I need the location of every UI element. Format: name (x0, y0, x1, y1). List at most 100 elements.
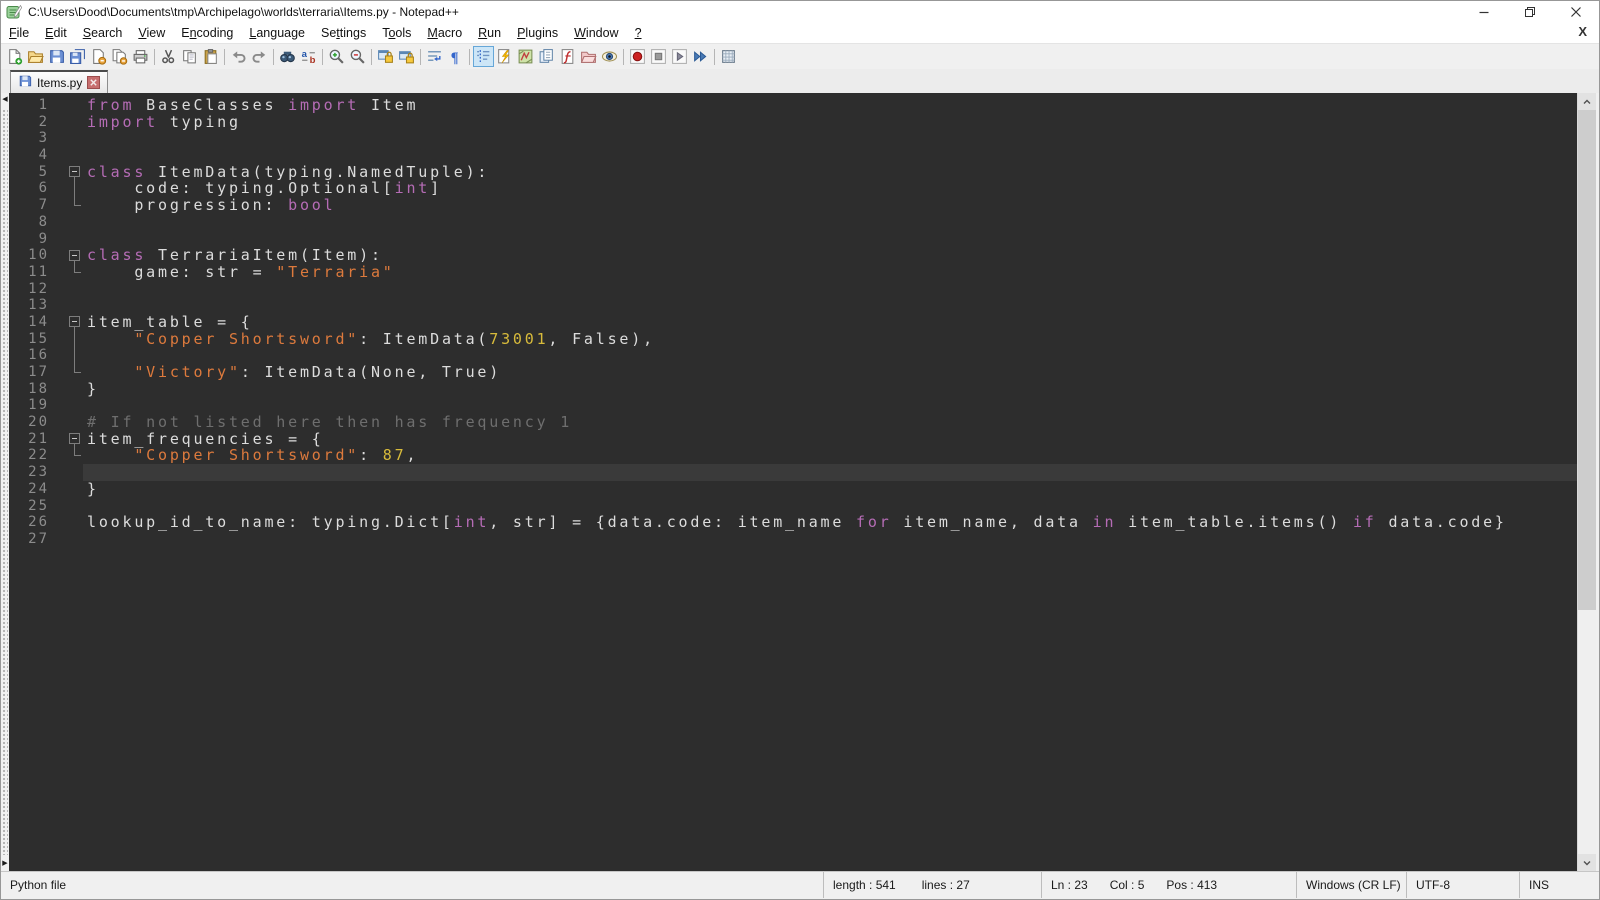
bookmark-margin[interactable] (53, 231, 67, 248)
code-line: 7 progression: bool (9, 197, 1577, 214)
fold-collapse-icon[interactable] (67, 314, 83, 331)
new-file-button[interactable] (4, 46, 25, 67)
status-encoding[interactable]: UTF-8 (1406, 872, 1519, 898)
bookmark-margin[interactable] (53, 397, 67, 414)
copy-button[interactable] (179, 46, 200, 67)
line-number: 10 (9, 247, 53, 264)
bookmark-margin[interactable] (53, 164, 67, 181)
print-button[interactable] (130, 46, 151, 67)
sync-vertical-scrolling-button[interactable] (375, 46, 396, 67)
collapse-left-arrow-icon[interactable]: ◀ (1, 95, 9, 105)
minimize-button[interactable] (1461, 1, 1507, 23)
menu-plugins[interactable]: Plugins (509, 25, 566, 41)
bookmark-margin[interactable] (53, 214, 67, 231)
bookmark-margin[interactable] (53, 247, 67, 264)
bookmark-margin[interactable] (53, 531, 67, 548)
status-typing-mode[interactable]: INS (1519, 872, 1599, 898)
fold-collapse-icon[interactable] (67, 164, 83, 181)
status-eol-format[interactable]: Windows (CR LF) (1296, 872, 1406, 898)
bookmark-margin[interactable] (53, 314, 67, 331)
function-list-button[interactable] (494, 46, 515, 67)
menu-search[interactable]: Search (75, 25, 131, 41)
bookmark-margin[interactable] (53, 464, 67, 481)
bookmark-margin[interactable] (53, 130, 67, 147)
bookmark-margin[interactable] (53, 264, 67, 281)
show-all-characters-button[interactable]: ¶ (445, 46, 466, 67)
redo-button[interactable] (249, 46, 270, 67)
bookmark-margin[interactable] (53, 197, 67, 214)
scrollbar-thumb[interactable] (1578, 110, 1596, 610)
menu-view[interactable]: View (130, 25, 173, 41)
save-file-button[interactable] (46, 46, 67, 67)
bookmark-margin[interactable] (53, 447, 67, 464)
zoom-out-button[interactable] (347, 46, 368, 67)
menu-tools[interactable]: Tools (374, 25, 419, 41)
sync-horizontal-scrolling-button[interactable] (396, 46, 417, 67)
menu-run[interactable]: Run (470, 25, 509, 41)
close-button[interactable] (1553, 1, 1599, 23)
replace-button[interactable]: ab (298, 46, 319, 67)
menu-encoding[interactable]: Encoding (173, 25, 241, 41)
tab-items-py[interactable]: Items.py (10, 70, 108, 93)
bookmark-margin[interactable] (53, 514, 67, 531)
collapse-right-arrow-icon[interactable]: ▶ (1, 859, 9, 869)
word-wrap-button[interactable] (424, 46, 445, 67)
bookmark-margin[interactable] (53, 297, 67, 314)
document-map-button[interactable] (515, 46, 536, 67)
restore-button[interactable] (1507, 1, 1553, 23)
bookmark-margin[interactable] (53, 147, 67, 164)
menu-window[interactable]: Window (566, 25, 626, 41)
docking-grip[interactable]: ◀ ▶ (1, 93, 9, 871)
menu-settings[interactable]: Settings (313, 25, 374, 41)
run-macro-multiple-times-button[interactable] (690, 46, 711, 67)
tab-close-icon[interactable] (87, 76, 100, 89)
menu-macro[interactable]: Macro (419, 25, 470, 41)
line-number: 18 (9, 381, 53, 398)
save-all-button[interactable] (67, 46, 88, 67)
bookmark-margin[interactable] (53, 97, 67, 114)
bookmark-margin[interactable] (53, 481, 67, 498)
function-list-panel-button[interactable] (557, 46, 578, 67)
menu-file[interactable]: File (1, 25, 37, 41)
close-document-x-icon[interactable]: X (1578, 24, 1587, 39)
tab-label: Items.py (37, 76, 82, 90)
scroll-down-arrow-icon[interactable] (1578, 854, 1596, 871)
cut-button[interactable] (158, 46, 179, 67)
bookmark-margin[interactable] (53, 431, 67, 448)
save-recorded-macro-button[interactable] (718, 46, 739, 67)
document-list-button[interactable] (536, 46, 557, 67)
show-indent-guide-button[interactable] (473, 46, 494, 67)
close-file-button[interactable] (88, 46, 109, 67)
paste-button[interactable] (200, 46, 221, 67)
code-editor[interactable]: 1from BaseClasses import Item2import typ… (9, 93, 1577, 871)
find-button[interactable] (277, 46, 298, 67)
bookmark-margin[interactable] (53, 414, 67, 431)
bookmark-margin[interactable] (53, 498, 67, 515)
folder-as-workspace-button[interactable] (578, 46, 599, 67)
record-macro-button[interactable] (627, 46, 648, 67)
zoom-in-button[interactable] (326, 46, 347, 67)
bookmark-margin[interactable] (53, 281, 67, 298)
menu-language[interactable]: Language (241, 25, 313, 41)
close-all-button[interactable] (109, 46, 130, 67)
bookmark-margin[interactable] (53, 364, 67, 381)
open-file-button[interactable] (25, 46, 46, 67)
bookmark-margin[interactable] (53, 347, 67, 364)
menu-edit[interactable]: Edit (37, 25, 75, 41)
bookmark-margin[interactable] (53, 114, 67, 131)
monitoring-button[interactable] (599, 46, 620, 67)
vertical-scrollbar[interactable] (1577, 93, 1596, 871)
bookmark-margin[interactable] (53, 331, 67, 348)
bookmark-margin[interactable] (53, 180, 67, 197)
fold-collapse-icon[interactable] (67, 247, 83, 264)
fold-collapse-icon[interactable] (67, 431, 83, 448)
stop-recording-button[interactable] (648, 46, 669, 67)
scrollbar-track[interactable] (1578, 110, 1596, 854)
scroll-up-arrow-icon[interactable] (1578, 93, 1596, 110)
bookmark-margin[interactable] (53, 381, 67, 398)
menu-help[interactable]: ? (627, 25, 650, 41)
code-text: class TerrariaItem(Item): (83, 247, 1577, 264)
undo-button[interactable] (228, 46, 249, 67)
playback-macro-button[interactable] (669, 46, 690, 67)
toolbar-separator (154, 49, 155, 65)
